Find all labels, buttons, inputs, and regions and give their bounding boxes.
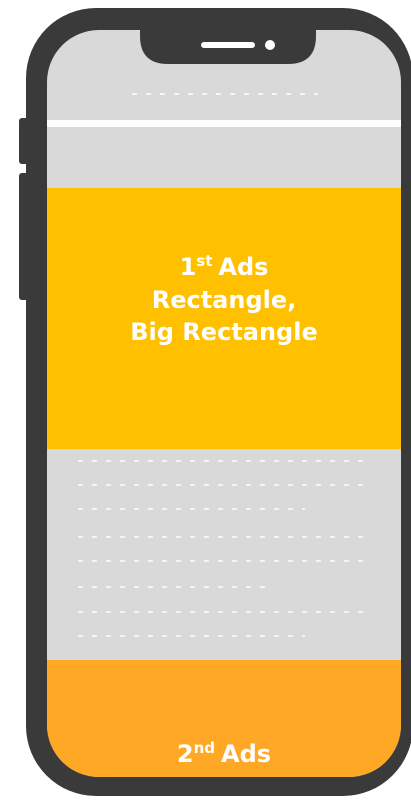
camera-icon xyxy=(265,40,275,50)
header-divider xyxy=(47,120,401,127)
first-ad-format-2: Big Rectangle xyxy=(130,318,317,346)
speaker-icon xyxy=(201,42,255,48)
second-ad-ordinal: nd xyxy=(194,739,215,757)
phone-mockup: 1st Ads Rectangle, Big Rectangle 2nd Ads xyxy=(19,8,411,796)
first-ad-format-1: Rectangle, xyxy=(152,286,297,314)
first-ad-number: 1 xyxy=(180,253,197,281)
second-ad-word: Ads xyxy=(221,740,271,768)
first-ad-title: 1st Ads xyxy=(180,252,269,281)
second-ad-number: 2 xyxy=(177,740,194,768)
second-ad-title: 2nd Ads xyxy=(177,739,271,768)
first-ad-ordinal: st xyxy=(196,252,212,270)
first-ad-word: Ads xyxy=(218,253,268,281)
